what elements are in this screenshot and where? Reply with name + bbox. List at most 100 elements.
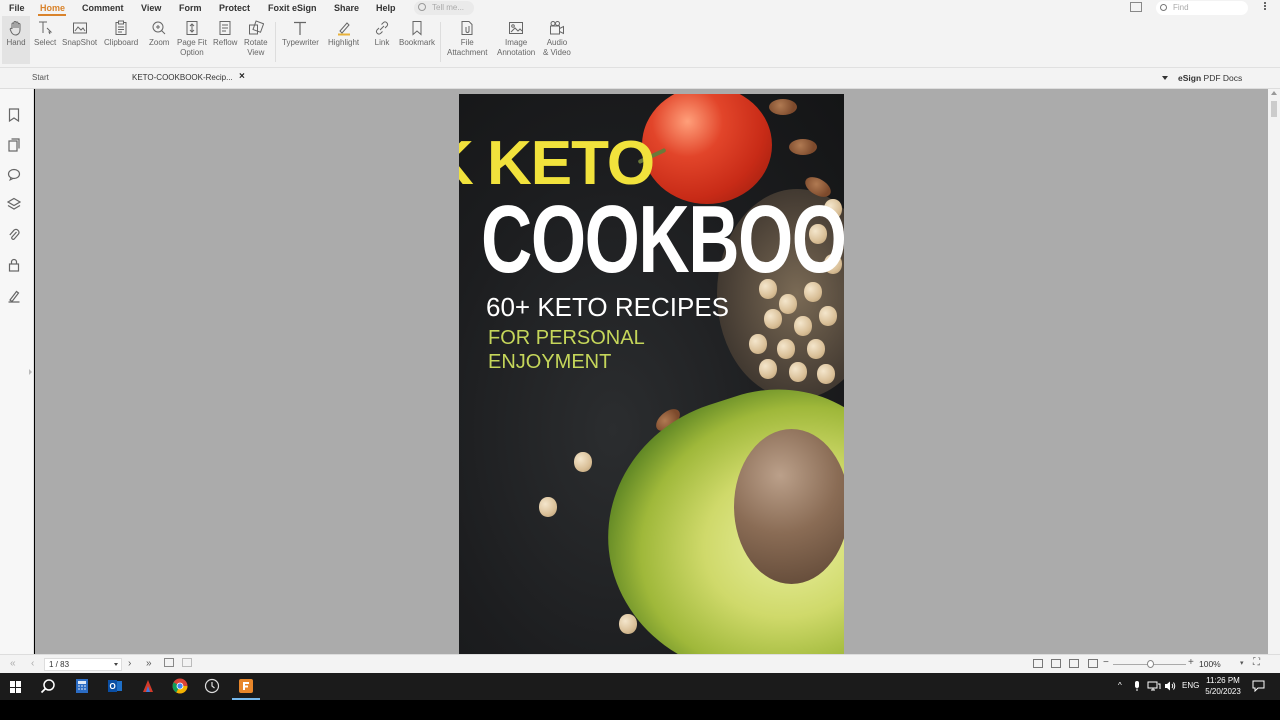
esign-pdf-docs-button[interactable]: eSign PDF Docs (1178, 73, 1242, 83)
single-page-view-icon[interactable] (1033, 659, 1043, 668)
cover-title-keto-fragment: K (459, 129, 474, 198)
signature-panel-icon[interactable] (7, 289, 21, 303)
search-icon[interactable] (40, 678, 56, 694)
first-page-icon[interactable]: « (10, 658, 16, 669)
menu-foxit-esign[interactable]: Foxit eSign (268, 3, 317, 13)
scroll-up-icon[interactable] (1271, 91, 1277, 95)
menu-home[interactable]: Home (40, 3, 65, 13)
svg-text:O: O (110, 682, 116, 691)
chevron-down-icon[interactable] (1162, 76, 1168, 80)
link-button[interactable]: Link (374, 20, 390, 48)
menu-form[interactable]: Form (179, 3, 202, 13)
comments-panel-icon[interactable] (7, 168, 21, 181)
file-attachment-icon (461, 21, 473, 35)
expand-panel-icon[interactable] (29, 369, 32, 375)
menu-share[interactable]: Share (334, 3, 359, 13)
app-icon[interactable] (140, 678, 156, 694)
page-number-input[interactable]: 1 / 83 (44, 658, 122, 671)
next-view-icon[interactable] (182, 658, 192, 667)
facing-view-icon[interactable] (1069, 659, 1079, 668)
image-annotation-button[interactable]: Image Annotation (497, 20, 535, 58)
continuous-view-icon[interactable] (1051, 659, 1061, 668)
menu-comment[interactable]: Comment (82, 3, 124, 13)
zoom-slider-knob[interactable] (1147, 660, 1154, 668)
image-annotation-label-2: Annotation (497, 48, 536, 57)
pages-panel-icon[interactable] (8, 138, 20, 152)
typewriter-icon (294, 21, 307, 35)
rotate-label-1: Rotate (244, 38, 268, 47)
hand-label: Hand (6, 38, 26, 47)
layers-panel-icon[interactable] (7, 197, 21, 211)
foxit-pdf-editor-icon[interactable] (238, 678, 254, 694)
menu-file[interactable]: File (9, 3, 25, 13)
audio-video-button[interactable]: Audio & Video (543, 20, 571, 58)
next-page-icon[interactable]: › (128, 658, 131, 669)
reflow-button[interactable]: Reflow (213, 20, 237, 48)
calculator-icon[interactable] (74, 678, 90, 694)
chrome-icon[interactable] (172, 678, 188, 694)
close-tab-icon[interactable]: × (239, 71, 245, 82)
clipboard-button[interactable]: Clipboard (104, 20, 138, 48)
clock-app-icon[interactable] (204, 678, 220, 694)
zoom-level[interactable]: 100% (1199, 659, 1221, 669)
tell-me-placeholder: Tell me... (432, 3, 465, 12)
esign-brand: eSign (1178, 73, 1202, 83)
system-clock[interactable]: 11:26 PM 5/20/2023 (1198, 675, 1248, 697)
fullscreen-icon[interactable]: ⛶ (1253, 657, 1260, 668)
microphone-icon[interactable] (1131, 680, 1143, 692)
zoom-dropdown-icon[interactable]: ▾ (1240, 659, 1244, 667)
find-input[interactable]: Find (1156, 1, 1248, 15)
zoom-in-icon[interactable]: + (1188, 657, 1194, 668)
rotate-view-button[interactable]: Rotate View (244, 20, 268, 58)
outlook-icon[interactable]: O (107, 678, 123, 694)
menu-protect[interactable]: Protect (219, 3, 250, 13)
reflow-label: Reflow (213, 38, 238, 47)
bookmark-button[interactable]: Bookmark (399, 20, 435, 48)
document-viewport[interactable]: K KETO COOKBOOK 60+ KETO RECIPES FOR PER… (35, 89, 1268, 654)
menu-view[interactable]: View (141, 3, 161, 13)
last-page-icon[interactable]: » (146, 658, 152, 669)
network-icon[interactable] (1147, 680, 1161, 692)
zoom-button[interactable]: Zoom (149, 20, 169, 48)
more-options-icon[interactable] (1264, 2, 1267, 12)
page-fit-label-2: Option (180, 48, 204, 57)
security-panel-icon[interactable] (8, 258, 20, 272)
search-icon (1160, 4, 1167, 11)
file-attachment-label-2: Attachment (447, 48, 488, 57)
tab-keto-cookbook[interactable]: KETO-COOKBOOK-Recip... (132, 73, 233, 82)
previous-page-icon[interactable]: ‹ (31, 658, 34, 669)
volume-icon[interactable] (1164, 680, 1176, 692)
typewriter-button[interactable]: Typewriter (282, 20, 319, 48)
show-hidden-icons[interactable]: ^ (1118, 681, 1122, 690)
tell-me-search[interactable]: Tell me... (414, 1, 474, 15)
vertical-scrollbar[interactable] (1268, 89, 1280, 654)
hand-tool-button[interactable]: Hand (2, 16, 30, 64)
bookmark-icon (412, 21, 422, 36)
zoom-out-icon[interactable]: − (1103, 657, 1109, 668)
select-tool-button[interactable]: Select (34, 20, 56, 48)
image-annotation-icon (509, 22, 524, 34)
display-options-icon[interactable] (1130, 2, 1142, 12)
bookmark-panel-icon[interactable] (8, 108, 20, 122)
zoom-label: Zoom (149, 38, 170, 47)
highlight-button[interactable]: Highlight (328, 20, 359, 48)
scrollbar-thumb[interactable] (1271, 101, 1277, 117)
language-indicator[interactable]: ENG (1182, 681, 1199, 690)
snapshot-button[interactable]: SnapShot (62, 20, 97, 48)
typewriter-label: Typewriter (282, 38, 319, 47)
bookmark-label: Bookmark (399, 38, 436, 47)
page-fit-option-button[interactable]: Page Fit Option (177, 20, 207, 58)
notification-icon[interactable] (1252, 680, 1265, 692)
left-navigation-panel (0, 89, 34, 654)
status-bar: « ‹ 1 / 83 › » − + 100% ▾ ⛶ (0, 654, 1280, 673)
attachments-panel-icon[interactable] (8, 228, 20, 242)
continuous-facing-view-icon[interactable] (1088, 659, 1098, 668)
windows-start-icon[interactable] (10, 681, 22, 693)
select-label: Select (34, 38, 57, 47)
audio-video-label-1: Audio (546, 38, 568, 47)
tab-start[interactable]: Start (32, 73, 49, 82)
menu-help[interactable]: Help (376, 3, 396, 13)
chevron-down-icon (114, 663, 118, 666)
previous-view-icon[interactable] (164, 658, 174, 667)
file-attachment-button[interactable]: File Attachment (447, 20, 487, 58)
